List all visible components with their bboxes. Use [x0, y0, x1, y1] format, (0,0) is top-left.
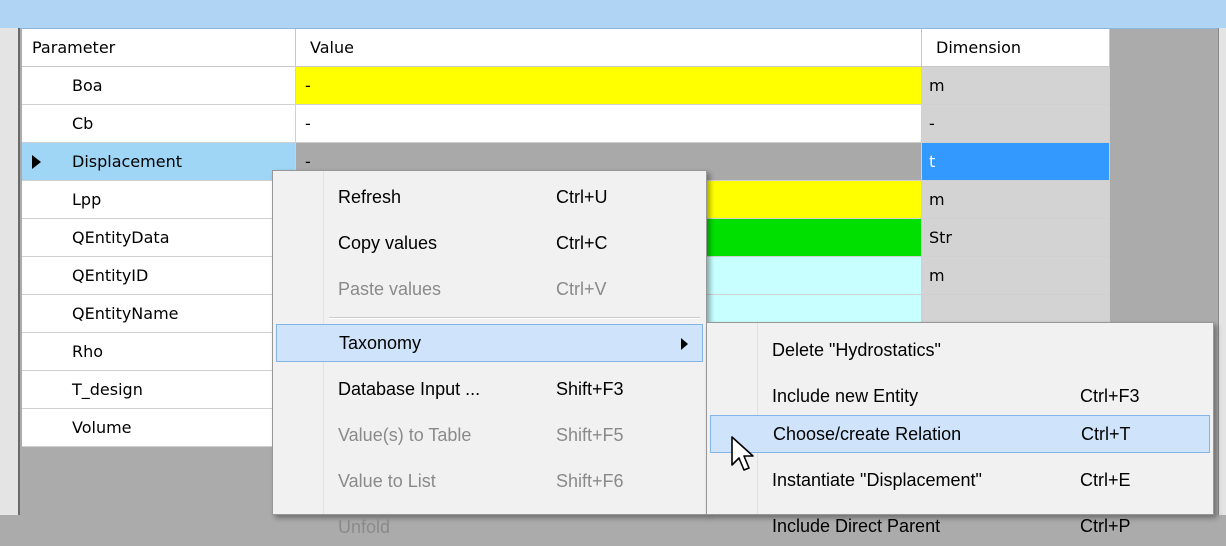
parameter-cell[interactable]: QEntityName: [22, 295, 296, 333]
value-cell[interactable]: -: [296, 67, 922, 105]
submenu-item-shortcut: Ctrl+E: [1080, 470, 1131, 490]
menu-item[interactable]: Taxonomy: [276, 324, 703, 362]
value-cell[interactable]: -: [296, 105, 922, 143]
submenu-item[interactable]: Delete "Hydrostatics": [710, 331, 1210, 369]
submenu-item-shortcut: Ctrl+F3: [1080, 386, 1140, 406]
context-menu: Refresh Ctrl+U Copy values Ctrl+C Paste valu…: [272, 170, 707, 537]
menu-item-shortcut: Ctrl+V: [556, 279, 607, 299]
window-titlebar: [0, 0, 1226, 29]
menu-item-label: Unfold: [338, 517, 391, 537]
parameter-cell[interactable]: T_design: [22, 371, 296, 409]
menu-item[interactable]: Value to List Shift+F6: [276, 462, 703, 500]
menu-item[interactable]: Database Input ... Shift+F3: [276, 370, 703, 408]
dimension-cell[interactable]: m: [922, 181, 1110, 219]
submenu-item-label: Include new Entity: [772, 386, 919, 406]
submenu-item-label: Delete "Hydrostatics": [772, 340, 941, 360]
dimension-cell[interactable]: m: [922, 257, 1110, 295]
dimension-cell[interactable]: -: [922, 105, 1110, 143]
menu-item-label: Value to List: [338, 471, 436, 491]
menu-item[interactable]: Value(s) to Table Shift+F5: [276, 416, 703, 454]
parameter-cell[interactable]: Volume: [22, 409, 296, 447]
taxonomy-submenu: Delete "Hydrostatics" Include new Entity C…: [706, 322, 1214, 536]
submenu-item-shortcut: Ctrl+T: [1081, 424, 1131, 444]
menu-item[interactable]: Paste values Ctrl+V: [276, 270, 703, 308]
menu-item-label: Copy values: [338, 233, 438, 253]
dimension-cell[interactable]: Str: [922, 219, 1110, 257]
parameter-cell[interactable]: Lpp: [22, 181, 296, 219]
submenu-item[interactable]: Instantiate "Displacement" Ctrl+E: [710, 461, 1210, 499]
menu-item-shortcut: Ctrl+U: [556, 187, 608, 207]
menu-item-label: Value(s) to Table: [338, 425, 472, 445]
column-header-value[interactable]: Value: [296, 29, 922, 67]
menu-item-shortcut: Shift+F5: [556, 425, 624, 445]
table-row[interactable]: Cb - -: [22, 105, 1110, 143]
mouse-cursor-icon: [731, 436, 754, 471]
parameter-cell[interactable]: Rho: [22, 333, 296, 371]
menu-item-label: Refresh: [338, 187, 402, 207]
parameter-cell[interactable]: Displacement: [22, 143, 296, 181]
dimension-cell[interactable]: m: [922, 67, 1110, 105]
row-pointer-icon: [32, 155, 41, 169]
menu-item[interactable]: Unfold: [276, 508, 703, 546]
menu-item-shortcut: Shift+F3: [556, 379, 624, 399]
submenu-item-shortcut: Ctrl+P: [1080, 516, 1131, 536]
parameter-label: Displacement: [72, 152, 182, 171]
parameter-cell[interactable]: Boa: [22, 67, 296, 105]
menu-separator: [329, 317, 700, 319]
menu-item-label: Taxonomy: [339, 333, 422, 353]
dimension-cell[interactable]: t: [922, 143, 1110, 181]
window-frame-left: [0, 28, 20, 515]
menu-item[interactable]: Copy values Ctrl+C: [276, 224, 703, 262]
submenu-item-label: Include Direct Parent: [772, 516, 941, 536]
column-header-parameter[interactable]: Parameter: [22, 29, 296, 67]
submenu-arrow-icon: [681, 338, 688, 350]
submenu-item[interactable]: Choose/create Relation Ctrl+T: [710, 415, 1210, 453]
submenu-item-label: Instantiate "Displacement": [772, 470, 982, 490]
menu-item-label: Database Input ...: [338, 379, 481, 399]
parameter-cell[interactable]: QEntityData: [22, 219, 296, 257]
menu-item-shortcut: Ctrl+C: [556, 233, 608, 253]
parameter-cell[interactable]: QEntityID: [22, 257, 296, 295]
submenu-item-label: Choose/create Relation: [773, 424, 962, 444]
table-row[interactable]: Boa - m: [22, 67, 1110, 105]
frame-edge: [18, 28, 20, 515]
grid-header: Parameter Value Dimension: [22, 29, 1110, 67]
menu-item-label: Paste values: [338, 279, 442, 299]
menu-item[interactable]: Refresh Ctrl+U: [276, 178, 703, 216]
submenu-item[interactable]: Include Direct Parent Ctrl+P: [710, 507, 1210, 545]
menu-item-shortcut: Shift+F6: [556, 471, 624, 491]
submenu-item[interactable]: Include new Entity Ctrl+F3: [710, 377, 1210, 415]
column-header-dimension[interactable]: Dimension: [922, 29, 1110, 67]
window-frame-right: [1218, 28, 1226, 515]
parameter-cell[interactable]: Cb: [22, 105, 296, 143]
